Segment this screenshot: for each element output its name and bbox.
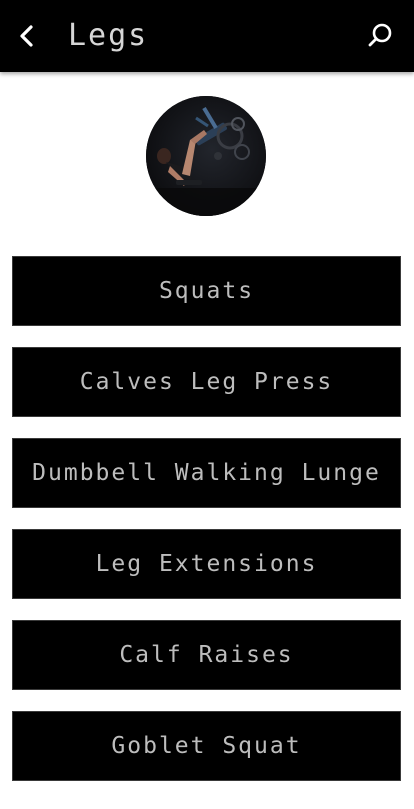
exercise-label: Leg Extensions <box>95 551 318 577</box>
page-title: Legs <box>68 18 149 53</box>
exercise-button-calves-leg-press[interactable]: Calves Leg Press <box>12 347 401 417</box>
exercise-button-dumbbell-walking-lunge[interactable]: Dumbbell Walking Lunge <box>12 438 401 508</box>
exercise-button-calf-raises[interactable]: Calf Raises <box>12 620 401 690</box>
search-button[interactable] <box>362 18 398 54</box>
app-screen: Legs Squats Calves Leg Press Dumbbell Wa… <box>0 0 414 809</box>
chevron-left-icon <box>20 25 33 47</box>
back-button[interactable] <box>8 16 44 56</box>
exercise-label: Calves Leg Press <box>79 369 334 395</box>
category-image <box>146 96 266 216</box>
exercise-button-goblet-squat[interactable]: Goblet Squat <box>12 711 401 781</box>
search-icon <box>368 23 392 47</box>
app-bar: Legs <box>0 0 414 72</box>
leg-press-photo <box>146 96 266 216</box>
exercise-button-squats[interactable]: Squats <box>12 256 401 326</box>
exercise-label: Squats <box>158 278 255 304</box>
exercise-button-leg-extensions[interactable]: Leg Extensions <box>12 529 401 599</box>
exercise-label: Goblet Squat <box>111 733 302 759</box>
exercise-label: Calf Raises <box>119 642 294 668</box>
exercise-label: Dumbbell Walking Lunge <box>32 460 381 486</box>
